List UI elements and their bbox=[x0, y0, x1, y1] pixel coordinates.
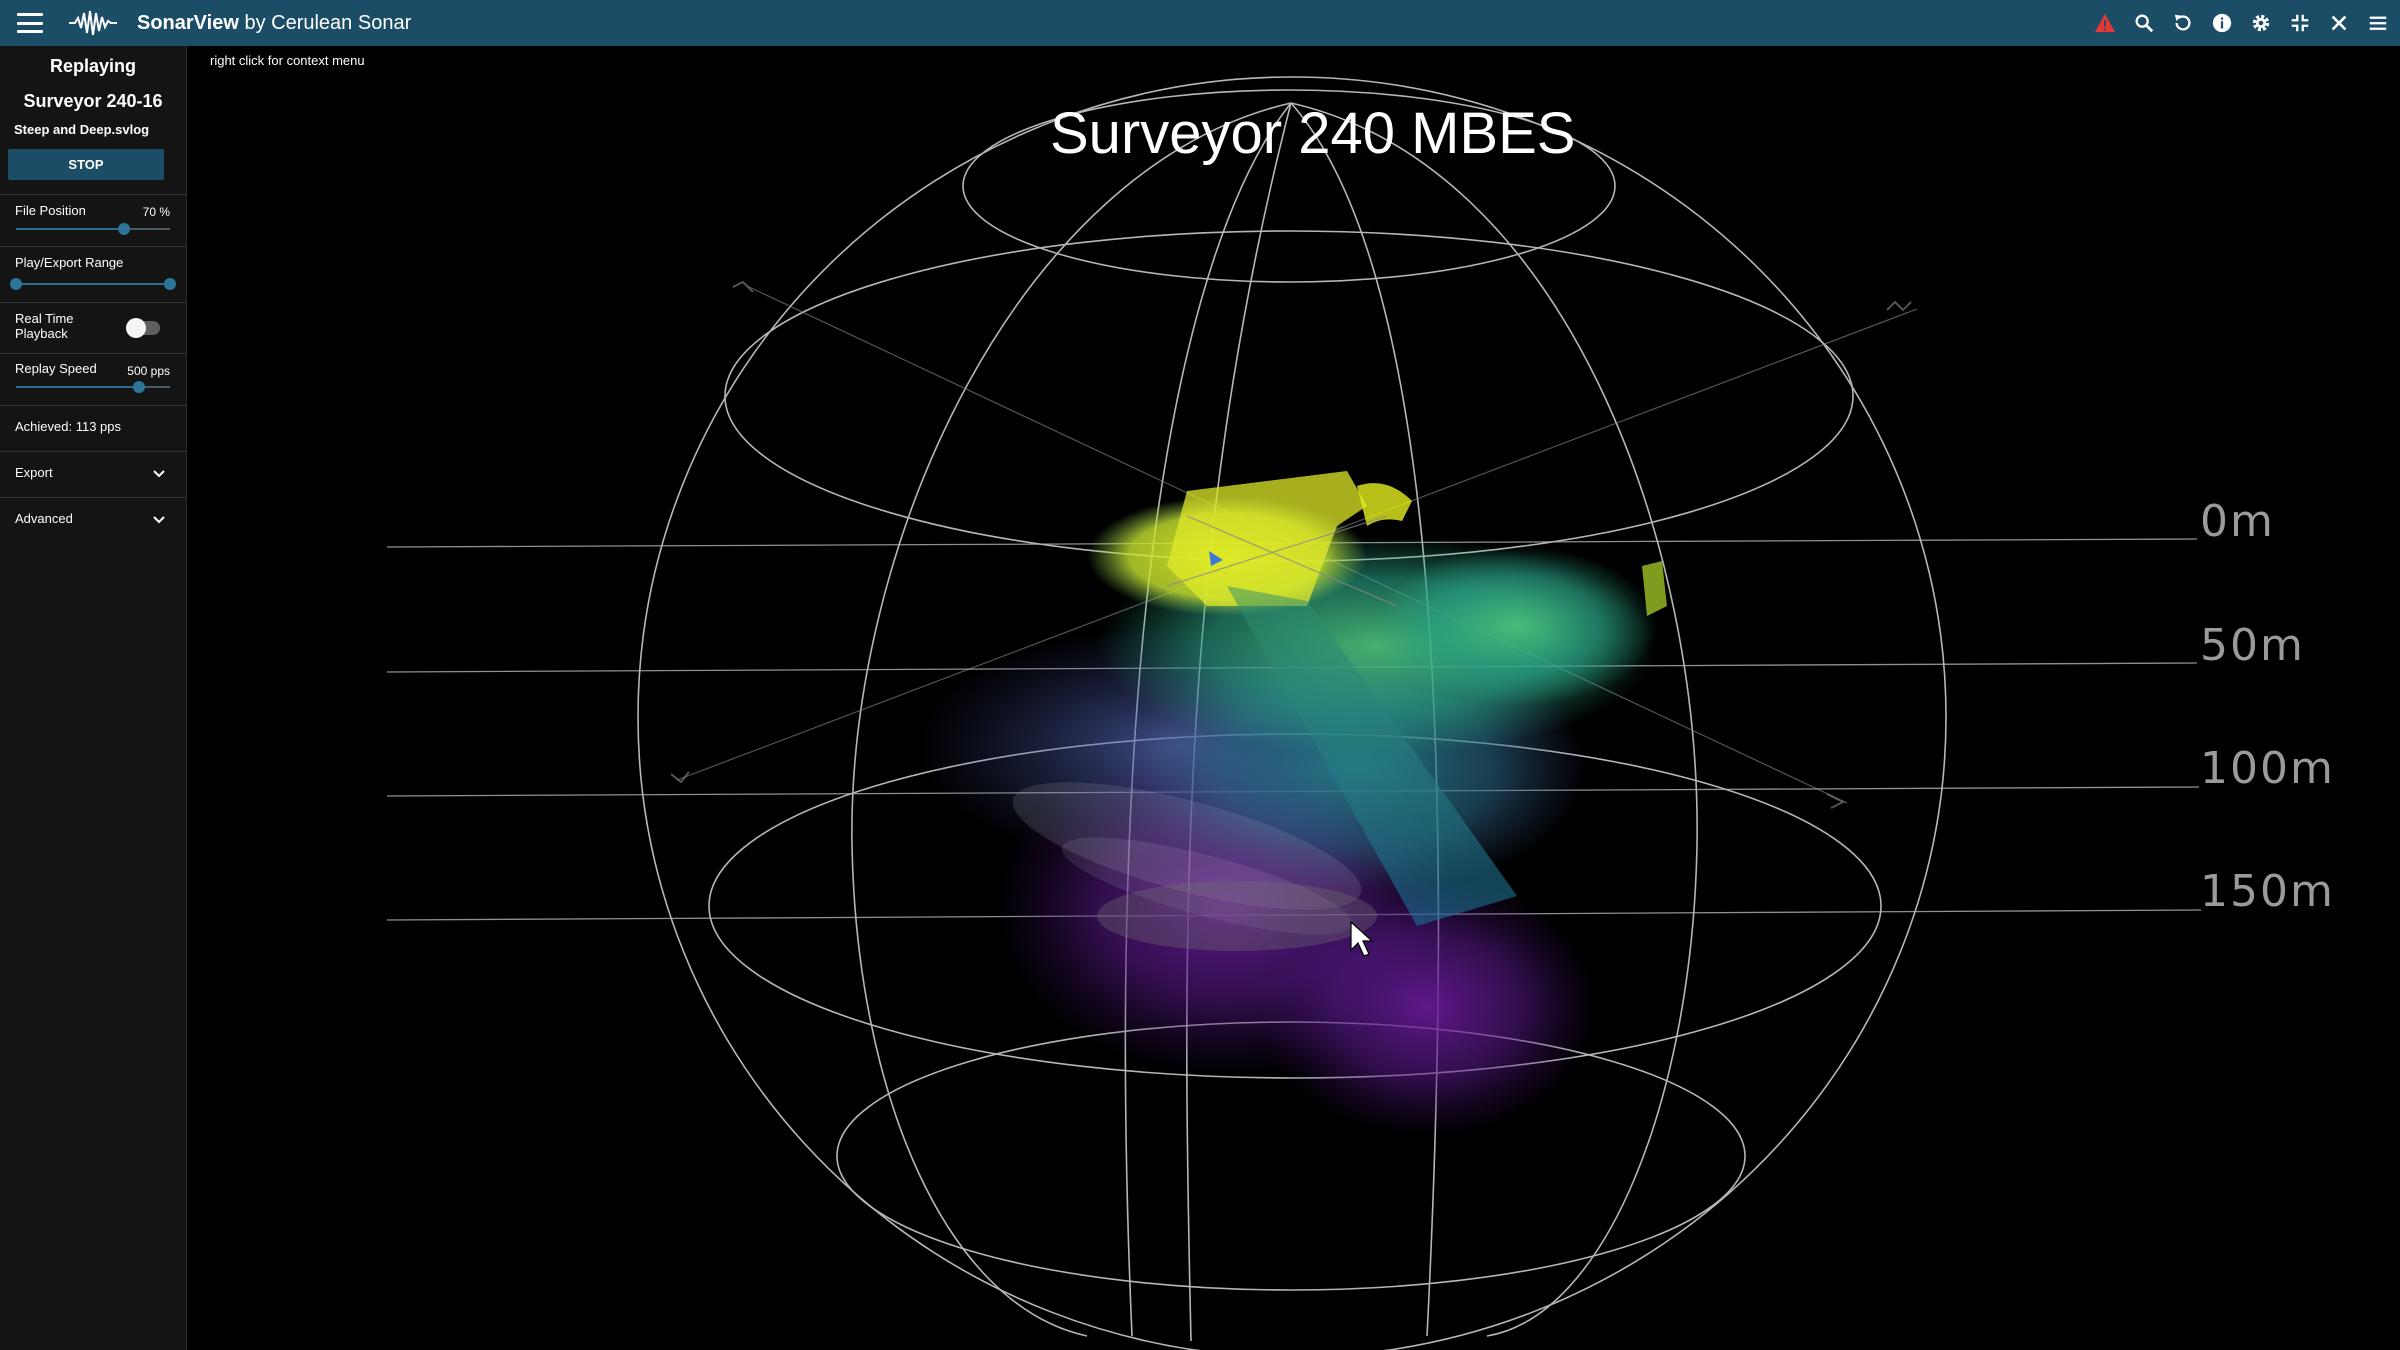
stop-button[interactable]: STOP bbox=[8, 149, 164, 180]
device-name: Surveyor 240-16 bbox=[23, 91, 163, 111]
sonar-waveform-logo-icon bbox=[69, 10, 117, 36]
app-title-rest: by Cerulean Sonar bbox=[238, 11, 412, 34]
file-position-label: File Position bbox=[15, 203, 86, 218]
menu-icon[interactable] bbox=[2366, 11, 2390, 35]
range-end-thumb[interactable] bbox=[164, 278, 176, 290]
log-file-name: Steep and Deep.svlog bbox=[14, 122, 150, 137]
toolbar-icons bbox=[2093, 0, 2390, 46]
replay-speed-slider[interactable] bbox=[16, 379, 170, 395]
sonar-view-title: Surveyor 240 MBES bbox=[1050, 101, 1576, 166]
file-position-slider-thumb[interactable] bbox=[117, 223, 130, 235]
gear-icon[interactable] bbox=[2249, 11, 2273, 35]
search-icon[interactable] bbox=[2132, 11, 2156, 35]
depth-label-0m: 0m bbox=[2200, 496, 2275, 547]
warning-icon[interactable] bbox=[2093, 11, 2117, 35]
depth-label-50m: 50m bbox=[2200, 620, 2305, 671]
refresh-icon[interactable] bbox=[2171, 11, 2195, 35]
achieved-rate-section: Achieved: 113 pps bbox=[0, 405, 186, 451]
advanced-expander[interactable]: Advanced bbox=[0, 497, 186, 543]
range-start-thumb[interactable] bbox=[10, 278, 22, 290]
hamburger-menu-button[interactable] bbox=[17, 13, 43, 33]
play-export-range-section: Play/Export Range bbox=[0, 246, 186, 302]
replay-header: Replaying Surveyor 240-16 Steep and Deep… bbox=[0, 46, 186, 137]
chevron-down-icon bbox=[153, 516, 165, 524]
play-export-range-label: Play/Export Range bbox=[15, 255, 124, 270]
file-position-slider[interactable] bbox=[16, 221, 170, 237]
advanced-label: Advanced bbox=[15, 511, 73, 526]
close-icon[interactable] bbox=[2327, 11, 2351, 35]
fullscreen-exit-icon[interactable] bbox=[2288, 11, 2312, 35]
chevron-down-icon bbox=[153, 470, 165, 478]
replay-speed-section: Replay Speed 500 pps bbox=[0, 353, 186, 405]
info-icon[interactable] bbox=[2210, 11, 2234, 35]
achieved-rate: Achieved: 113 pps bbox=[15, 419, 121, 434]
context-menu-hint: right click for context menu bbox=[210, 53, 365, 68]
sonar-3d-view[interactable] bbox=[187, 46, 2400, 1350]
real-time-label-line2: Playback bbox=[15, 326, 68, 341]
replay-status: Replaying bbox=[49, 56, 137, 76]
depth-label-150m: 150m bbox=[2200, 866, 2335, 917]
replay-speed-value: 500 pps bbox=[127, 364, 170, 378]
export-label: Export bbox=[15, 465, 53, 480]
app-title: SonarView by Cerulean Sonar bbox=[137, 12, 411, 35]
real-time-label: Real Time Playback bbox=[15, 311, 74, 341]
play-export-range-slider[interactable] bbox=[10, 276, 176, 292]
file-position-section: File Position 70 % bbox=[0, 194, 186, 246]
real-time-playback-toggle[interactable] bbox=[126, 318, 160, 338]
replay-speed-label: Replay Speed bbox=[15, 361, 97, 376]
export-expander[interactable]: Export bbox=[0, 451, 186, 497]
replay-speed-slider-thumb[interactable] bbox=[133, 381, 146, 393]
sonar-point-cloud bbox=[917, 471, 1667, 1136]
app-title-bold: SonarView bbox=[137, 11, 239, 34]
file-position-value: 70 % bbox=[142, 205, 170, 219]
real-time-label-line1: Real Time bbox=[15, 311, 74, 326]
depth-label-100m: 100m bbox=[2200, 743, 2335, 794]
real-time-playback-section: Real Time Playback bbox=[0, 302, 186, 353]
replay-sidebar: Replaying Surveyor 240-16 Steep and Deep… bbox=[0, 46, 187, 1350]
top-bar: SonarView by Cerulean Sonar bbox=[0, 0, 2400, 46]
